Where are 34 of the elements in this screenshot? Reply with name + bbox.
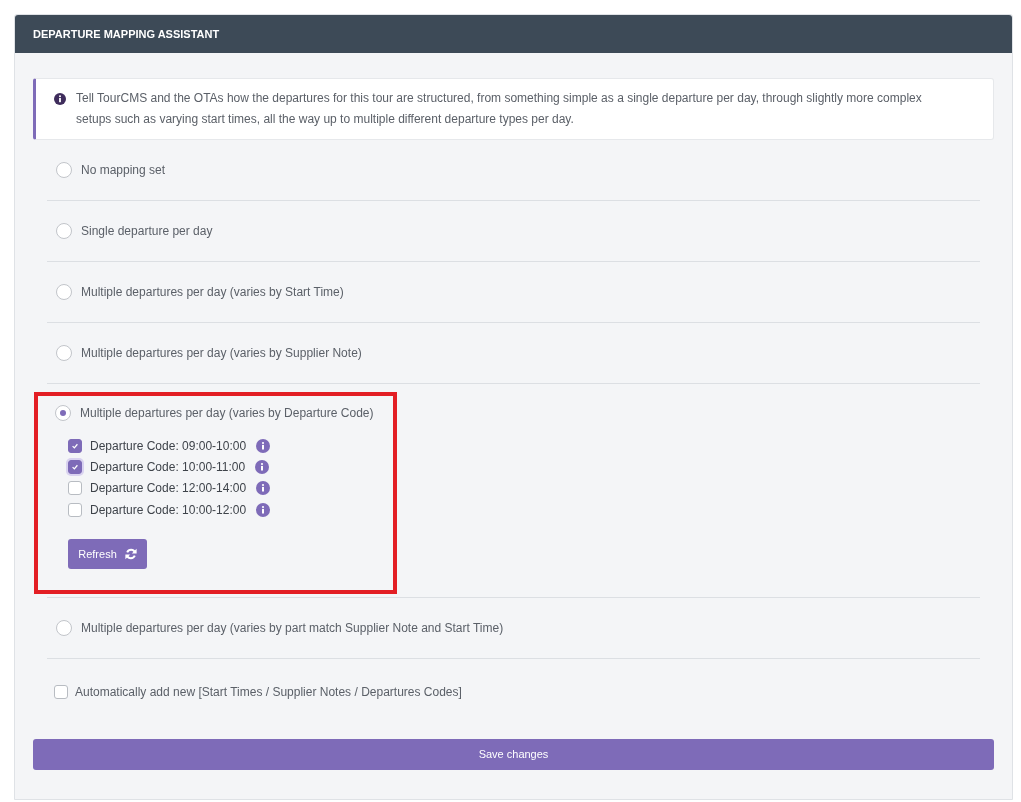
checkbox[interactable] bbox=[54, 685, 68, 700]
refresh-icon bbox=[124, 548, 137, 561]
radio-label: Multiple departures per day (varies by Supplier Note) bbox=[81, 345, 362, 362]
radio-label: Multiple departures per day (varies by Start Time) bbox=[81, 284, 344, 301]
radio-label: No mapping set bbox=[81, 162, 166, 179]
checkmark-icon bbox=[71, 441, 79, 450]
checkbox-label: Automatically add new [Start Times / Supplier Notes / Departures Codes] bbox=[75, 684, 462, 702]
checkbox-label: Departure Code: 10:00-12:00 bbox=[90, 501, 247, 519]
radio-label: Multiple departures per day (varies by part match Supplier Note and Start Time) bbox=[81, 620, 504, 638]
radio-button[interactable] bbox=[56, 620, 72, 637]
checkbox-label: Departure Code: 12:00-14:00 bbox=[90, 480, 247, 498]
checkbox[interactable] bbox=[68, 481, 82, 496]
checkbox[interactable] bbox=[68, 459, 82, 474]
radio-label: Single departure per day bbox=[81, 223, 213, 240]
info-text: Tell TourCMS and the OTAs how the departures for this tour are structured, from something simple as a single departure per day, through slightly more complex setups such as varying start times, all the way up to multiple different departure types per day. bbox=[76, 90, 923, 128]
info-icon[interactable] bbox=[256, 481, 271, 496]
info-icon[interactable] bbox=[256, 502, 271, 517]
info-icon bbox=[54, 93, 66, 105]
info-icon[interactable] bbox=[256, 438, 271, 453]
checkmark-icon bbox=[71, 462, 79, 471]
checkbox[interactable] bbox=[68, 502, 82, 517]
radio-button[interactable] bbox=[55, 405, 71, 421]
radio-button[interactable] bbox=[56, 223, 72, 239]
radio-button[interactable] bbox=[56, 345, 72, 361]
radio-button[interactable] bbox=[56, 162, 72, 178]
checkbox-label: Departure Code: 10:00-11:00 bbox=[90, 458, 246, 476]
radio-button[interactable] bbox=[56, 284, 72, 300]
save-button[interactable]: Save changes bbox=[33, 739, 994, 771]
checkbox[interactable] bbox=[68, 438, 82, 453]
radio-label: Multiple departures per day (varies by Departure Code) bbox=[80, 405, 374, 422]
panel-title: DEPARTURE MAPPING ASSISTANT bbox=[33, 26, 220, 42]
refresh-button[interactable]: Refresh bbox=[68, 539, 147, 570]
info-icon[interactable] bbox=[255, 459, 270, 474]
checkbox-label: Departure Code: 09:00-10:00 bbox=[90, 437, 247, 455]
